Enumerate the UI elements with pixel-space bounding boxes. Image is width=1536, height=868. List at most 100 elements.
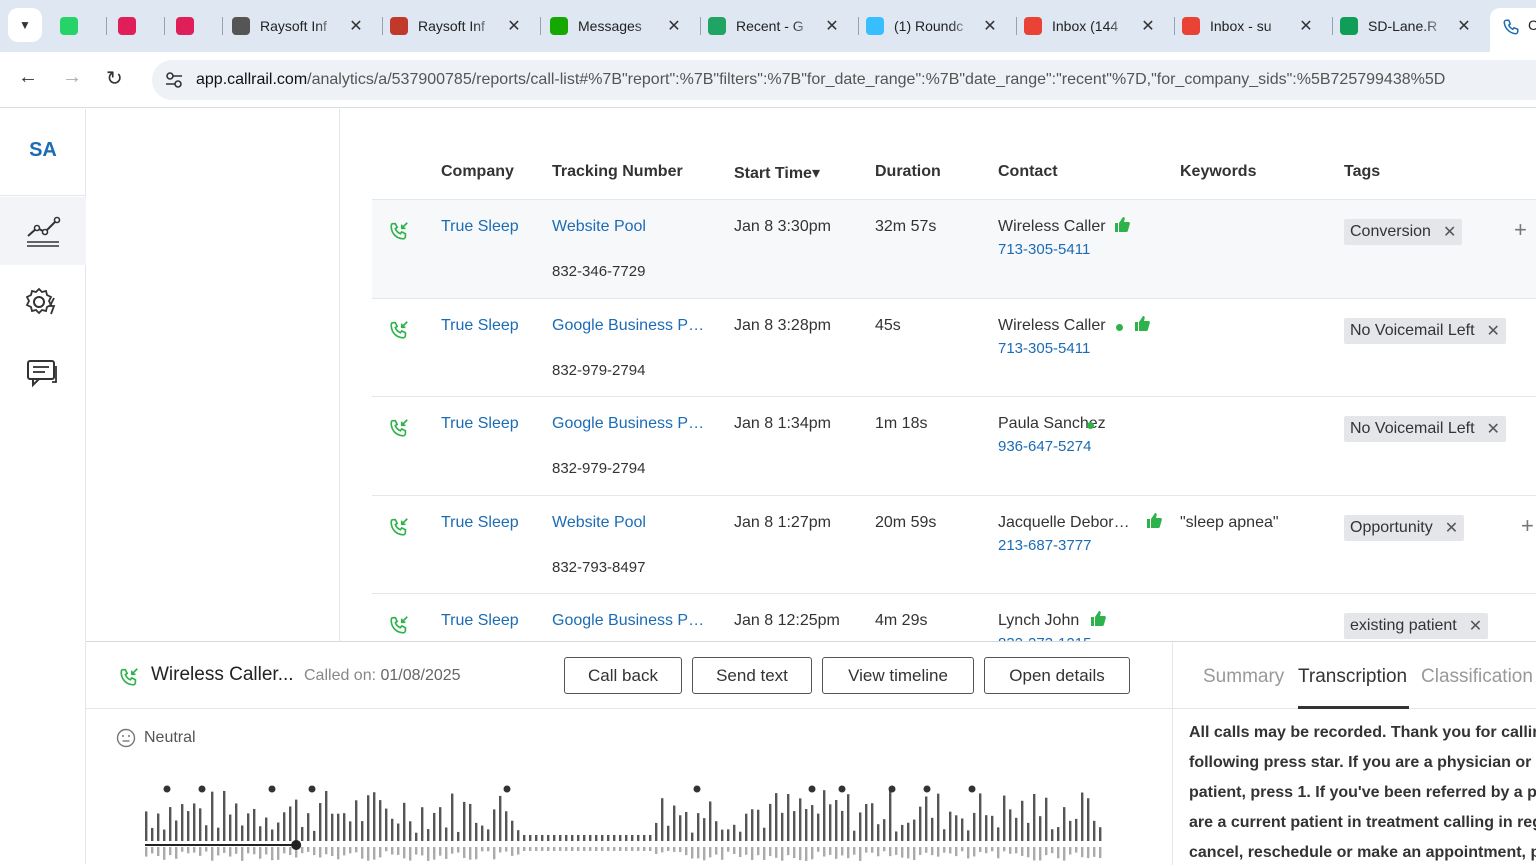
add-tag-icon[interactable]: + bbox=[1521, 513, 1534, 539]
analytics-icon[interactable] bbox=[0, 197, 86, 265]
browser-tab[interactable]: (1) Roundc ✕ bbox=[866, 8, 998, 44]
tab-separator bbox=[382, 17, 383, 35]
column-header-tags[interactable]: Tags bbox=[1344, 163, 1380, 181]
browser-tab[interactable]: Raysoft Inf ✕ bbox=[390, 8, 522, 44]
waveform-bar bbox=[277, 822, 280, 841]
remove-tag-icon[interactable]: ✕ bbox=[1443, 222, 1456, 242]
close-tab-icon[interactable]: ✕ bbox=[1298, 16, 1314, 36]
open-details-button[interactable]: Open details bbox=[984, 657, 1130, 694]
waveform-bar bbox=[655, 822, 658, 841]
waveform-bar bbox=[709, 847, 712, 858]
tab-classification[interactable]: Classification bbox=[1421, 666, 1533, 688]
column-header-start-time[interactable]: Start Time▾ bbox=[734, 163, 820, 183]
table-row[interactable]: True Sleep Website Pool 832-346-7729 Jan 8 … bbox=[372, 199, 1536, 298]
waveform-bar bbox=[985, 815, 988, 841]
close-tab-icon[interactable]: ✕ bbox=[666, 16, 682, 36]
column-header-keywords[interactable]: Keywords bbox=[1180, 163, 1256, 181]
browser-tab[interactable]: Inbox - su ✕ bbox=[1182, 8, 1314, 44]
contact-phone-link[interactable]: 713-305-5411 bbox=[998, 241, 1090, 258]
close-tab-icon[interactable]: ✕ bbox=[506, 16, 522, 36]
playhead-handle[interactable] bbox=[291, 840, 302, 850]
address-bar[interactable]: app.callrail.com/analytics/a/537900785/r… bbox=[152, 60, 1536, 100]
site-settings-icon[interactable] bbox=[164, 70, 184, 90]
column-header-duration[interactable]: Duration bbox=[875, 163, 941, 181]
table-row[interactable]: True Sleep Google Business P… 832-979-2794… bbox=[372, 298, 1536, 397]
view-timeline-button[interactable]: View timeline bbox=[822, 657, 974, 694]
close-tab-icon[interactable]: ✕ bbox=[824, 16, 840, 36]
table-row[interactable]: True Sleep Google Business P… 832-979-2794… bbox=[372, 396, 1536, 495]
browser-tab[interactable]: SD-Lane.R ✕ bbox=[1340, 8, 1472, 44]
browser-tab[interactable] bbox=[60, 8, 88, 44]
add-tag-icon[interactable]: + bbox=[1514, 217, 1527, 243]
contact-phone-link[interactable]: 936-647-5274 bbox=[998, 438, 1091, 455]
remove-tag-icon[interactable]: ✕ bbox=[1487, 419, 1500, 439]
upwork-icon bbox=[550, 17, 568, 35]
waveform-bar bbox=[409, 847, 412, 861]
send-text-button[interactable]: Send text bbox=[692, 657, 812, 694]
forward-arrow-icon[interactable]: → bbox=[62, 66, 82, 89]
tracking-source-link[interactable]: Google Business P… bbox=[552, 612, 707, 630]
company-link[interactable]: True Sleep bbox=[441, 514, 519, 532]
tab-active[interactable]: C bbox=[1490, 8, 1536, 52]
first-time-caller-dot bbox=[1116, 324, 1123, 331]
audio-waveform[interactable] bbox=[141, 777, 1111, 865]
contact-phone-link[interactable]: 713-305-5411 bbox=[998, 340, 1090, 357]
waveform-bar bbox=[1003, 847, 1006, 852]
call-back-button[interactable]: Call back bbox=[564, 657, 682, 694]
remove-tag-icon[interactable]: ✕ bbox=[1487, 321, 1500, 341]
waveform-bar bbox=[445, 827, 448, 841]
contact-name[interactable]: Wireless Caller bbox=[998, 218, 1106, 236]
company-link[interactable]: True Sleep bbox=[441, 612, 519, 630]
browser-tab[interactable]: Recent - G ✕ bbox=[708, 8, 840, 44]
reload-icon[interactable]: ↻ bbox=[106, 66, 123, 91]
column-header-company[interactable]: Company bbox=[441, 163, 514, 181]
company-link[interactable]: True Sleep bbox=[441, 317, 519, 335]
remove-tag-icon[interactable]: ✕ bbox=[1445, 518, 1458, 538]
company-link[interactable]: True Sleep bbox=[441, 218, 519, 236]
waveform-bar bbox=[631, 847, 634, 851]
tracking-source-link[interactable]: Google Business P… bbox=[552, 317, 707, 335]
waveform-bar bbox=[1081, 847, 1084, 858]
tab-search-chevron-icon[interactable]: ▼ bbox=[8, 8, 42, 42]
back-arrow-icon[interactable]: ← bbox=[18, 66, 38, 89]
browser-tab[interactable]: Inbox (144 ✕ bbox=[1024, 8, 1156, 44]
gmail-icon bbox=[1182, 17, 1200, 35]
browser-tab[interactable] bbox=[176, 8, 204, 44]
account-logo[interactable]: SA bbox=[0, 139, 86, 162]
settings-icon[interactable] bbox=[0, 269, 86, 337]
tracking-source-link[interactable]: Google Business P… bbox=[552, 415, 707, 433]
company-link[interactable]: True Sleep bbox=[441, 415, 519, 433]
close-tab-icon[interactable]: ✕ bbox=[982, 16, 998, 36]
waveform-bar bbox=[979, 847, 982, 853]
messages-icon[interactable] bbox=[0, 339, 86, 407]
waveform-bar bbox=[283, 847, 286, 854]
waveform-bar bbox=[667, 847, 670, 852]
waveform-bar bbox=[487, 847, 490, 852]
browser-tab[interactable] bbox=[118, 8, 146, 44]
close-tab-icon[interactable]: ✕ bbox=[1140, 16, 1156, 36]
waveform-bar bbox=[541, 847, 544, 851]
table-row[interactable]: True Sleep Google Business P… Jan 8 12:25p… bbox=[372, 593, 1536, 641]
contact-name[interactable]: Jacquelle Debor… bbox=[998, 514, 1130, 532]
tab-summary[interactable]: Summary bbox=[1203, 666, 1284, 688]
waveform-bar bbox=[1027, 847, 1030, 858]
contact-name[interactable]: Wireless Caller bbox=[998, 317, 1106, 335]
speaker-marker bbox=[268, 785, 276, 793]
browser-tab[interactable]: Messages ✕ bbox=[550, 8, 682, 44]
tab-transcription[interactable]: Transcription bbox=[1298, 666, 1407, 688]
column-header-contact[interactable]: Contact bbox=[998, 163, 1058, 181]
waveform-bar bbox=[1039, 847, 1042, 861]
waveform-bar bbox=[529, 847, 532, 851]
contact-name[interactable]: Lynch John bbox=[998, 612, 1079, 630]
table-row[interactable]: True Sleep Website Pool 832-793-8497 Jan 8 … bbox=[372, 495, 1536, 594]
tracking-source-link[interactable]: Website Pool bbox=[552, 514, 707, 532]
browser-tab[interactable]: Raysoft Inf ✕ bbox=[232, 8, 364, 44]
remove-tag-icon[interactable]: ✕ bbox=[1469, 616, 1482, 636]
inbound-call-icon bbox=[120, 668, 138, 686]
contact-phone-link[interactable]: 213-687-3777 bbox=[998, 537, 1091, 554]
close-tab-icon[interactable]: ✕ bbox=[1456, 16, 1472, 36]
waveform-bar bbox=[763, 827, 766, 841]
column-header-tracking-number[interactable]: Tracking Number bbox=[552, 163, 683, 181]
close-tab-icon[interactable]: ✕ bbox=[348, 16, 364, 36]
tracking-source-link[interactable]: Website Pool bbox=[552, 218, 707, 236]
